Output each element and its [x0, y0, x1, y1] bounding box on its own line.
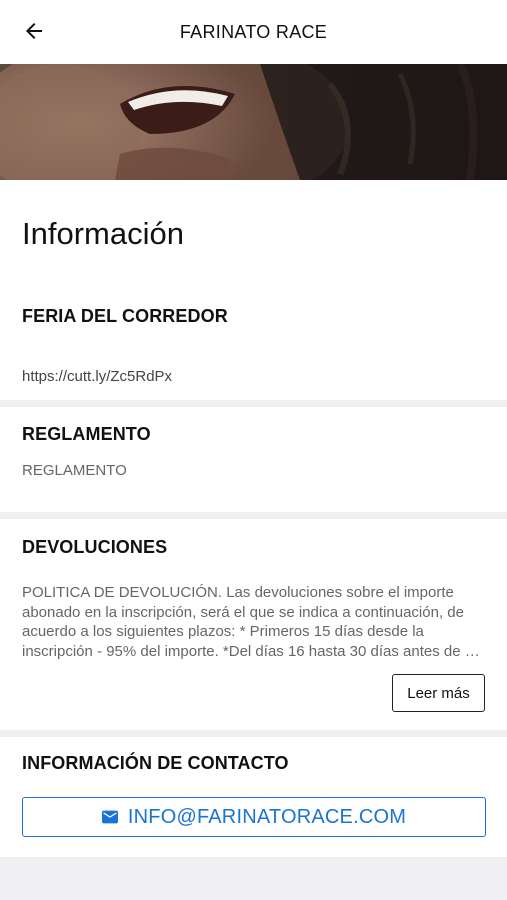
email-button[interactable]: INFO@FARINATORACE.COM: [22, 797, 486, 837]
top-app-bar: FARINATO RACE: [0, 0, 507, 64]
email-label: INFO@FARINATORACE.COM: [127, 805, 407, 828]
page-title: Información: [22, 216, 184, 251]
hero-banner-image: [0, 64, 507, 180]
mail-icon: [101, 810, 118, 824]
fair-link[interactable]: https://cutt.ly/Zc5RdPx: [22, 368, 172, 385]
rules-text: REGLAMENTO: [22, 462, 127, 479]
returns-card: DEVOLUCIONES POLITICA DE DEVOLUCIÓN. Las…: [0, 519, 507, 730]
contact-section-title: INFORMACIÓN DE CONTACTO: [22, 753, 289, 773]
rules-card: REGLAMENTO REGLAMENTO: [0, 407, 507, 512]
read-more-button[interactable]: Leer más: [392, 674, 485, 712]
returns-section-title: DEVOLUCIONES: [22, 537, 168, 557]
info-card: Información FERIA DEL CORREDOR https://c…: [0, 180, 507, 400]
app-screen: FARINATO RACE Información FERIA DEL CORR…: [0, 0, 507, 900]
contact-card: INFORMACIÓN DE CONTACTO INFO@FARINATORAC…: [0, 737, 507, 857]
rules-section-title: REGLAMENTO: [22, 424, 151, 444]
fair-section-title: FERIA DEL CORREDOR: [22, 306, 228, 326]
app-bar-title: FARINATO RACE: [179, 22, 328, 42]
returns-description: POLITICA DE DEVOLUCIÓN. Las devoluciones…: [22, 584, 477, 660]
